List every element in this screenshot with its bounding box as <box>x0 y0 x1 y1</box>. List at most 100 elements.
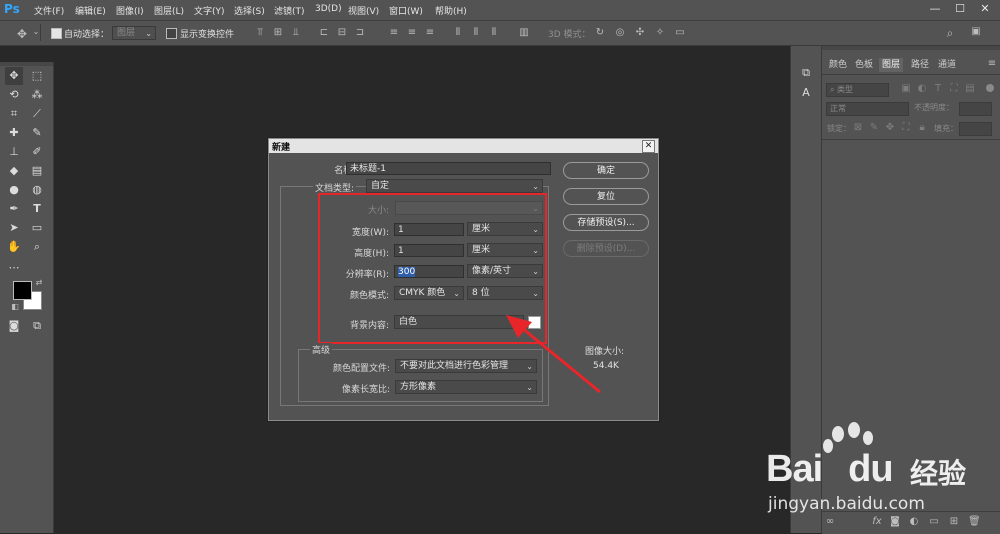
align-top-icon[interactable]: ⫪ <box>254 27 266 38</box>
menu-type[interactable]: 文字(Y) <box>194 4 225 17</box>
save-preset-button[interactable]: 存储预设(S)... <box>563 214 649 231</box>
show-transform-checkbox[interactable] <box>166 28 177 39</box>
opacity-field[interactable] <box>959 102 992 116</box>
distribute-left-icon[interactable]: ⦀ <box>452 27 464 38</box>
history-brush-tool-icon[interactable]: ✐ <box>28 143 46 161</box>
menu-image[interactable]: 图像(I) <box>116 4 144 17</box>
workspace-icon[interactable]: ▣ <box>970 26 982 37</box>
path-selection-tool-icon[interactable]: ➤ <box>5 219 23 237</box>
type-filter-icon[interactable]: T <box>932 83 944 94</box>
swap-colors-icon[interactable]: ⇄ <box>33 278 45 287</box>
filter-toggle[interactable] <box>986 84 994 92</box>
3d-scale-icon[interactable]: ▭ <box>674 27 686 38</box>
lock-pixels-icon[interactable]: ✎ <box>868 122 880 133</box>
move-tool-icon[interactable]: ✥ <box>5 67 23 85</box>
lock-position-icon[interactable]: ✥ <box>884 122 896 133</box>
brush-tool-icon[interactable]: ✎ <box>28 124 46 142</box>
tab-layers[interactable]: 图层 <box>879 58 904 72</box>
move-tool-icon[interactable]: ✥ <box>16 27 28 41</box>
eraser-tool-icon[interactable]: ◆ <box>5 162 23 180</box>
align-left-icon[interactable]: ⊏ <box>318 27 330 38</box>
tab-swatches[interactable]: 色板 <box>852 58 876 72</box>
gradient-tool-icon[interactable]: ▤ <box>28 162 46 180</box>
3d-roll-icon[interactable]: ◎ <box>614 27 626 38</box>
pixel-filter-icon[interactable]: ▣ <box>900 83 912 94</box>
maximize-button[interactable]: ☐ <box>950 2 970 18</box>
smart-object-filter-icon[interactable]: ▤ <box>964 83 976 94</box>
minimize-button[interactable]: — <box>925 2 945 18</box>
3d-drag-icon[interactable]: ✣ <box>634 27 646 38</box>
distribute-right-icon[interactable]: ⦀ <box>488 27 500 38</box>
align-vcenter-icon[interactable]: ⊞ <box>272 27 284 38</box>
character-panel-icon[interactable]: A <box>797 84 815 102</box>
close-window-button[interactable]: ✕ <box>975 2 995 18</box>
type-tool-icon[interactable]: T <box>28 200 46 218</box>
history-panel-icon[interactable]: ⧉ <box>797 64 815 82</box>
menu-view[interactable]: 视图(V) <box>348 4 379 17</box>
distribute-vcenter-icon[interactable]: ≡ <box>406 27 418 38</box>
menu-edit[interactable]: 编辑(E) <box>75 4 106 17</box>
document-type-select[interactable]: 自定 ⌄ <box>366 179 543 193</box>
name-input[interactable]: 未标题-1 <box>346 162 551 175</box>
menu-select[interactable]: 选择(S) <box>234 4 265 17</box>
menu-layer[interactable]: 图层(L) <box>154 4 184 17</box>
eyedropper-tool-icon[interactable]: ⟋ <box>28 105 46 123</box>
blur-tool-icon[interactable]: ● <box>5 181 23 199</box>
default-colors-icon[interactable]: ◧ <box>9 302 21 311</box>
menu-3d[interactable]: 3D(D) <box>315 4 342 14</box>
3d-slide-icon[interactable]: ✧ <box>654 27 666 38</box>
search-icon[interactable]: ⌕ <box>944 26 956 41</box>
ok-button[interactable]: 确定 <box>563 162 649 179</box>
layer-select-dropdown[interactable]: 图层 ⌄ <box>112 26 156 40</box>
menu-file[interactable]: 文件(F) <box>34 4 64 17</box>
delete-preset-button[interactable]: 删除预设(D)... <box>563 240 649 257</box>
adjustment-filter-icon[interactable]: ◐ <box>916 83 928 94</box>
tab-paths[interactable]: 路径 <box>908 58 932 72</box>
blend-mode-select[interactable]: 正常 <box>826 102 909 116</box>
menu-filter[interactable]: 滤镜(T) <box>274 4 305 17</box>
crop-tool-icon[interactable]: ⌗ <box>5 105 23 123</box>
reset-button[interactable]: 复位 <box>563 188 649 205</box>
align-hcenter-icon[interactable]: ⊟ <box>336 27 348 38</box>
more-tools-icon[interactable]: ⋯ <box>5 259 23 277</box>
foreground-color-swatch-top[interactable] <box>13 281 32 300</box>
align-right-icon[interactable]: ⊐ <box>354 27 366 38</box>
distribute-bottom-icon[interactable]: ≡ <box>424 27 436 38</box>
magic-wand-tool-icon[interactable]: ⁂ <box>28 86 46 104</box>
quick-mask-icon[interactable]: ◙ <box>5 317 23 335</box>
rectangle-tool-icon[interactable]: ▭ <box>28 219 46 237</box>
shape-filter-icon[interactable]: ⛶ <box>948 83 960 94</box>
menu-window[interactable]: 窗口(W) <box>389 4 423 17</box>
dialog-close-button[interactable]: ✕ <box>642 140 655 153</box>
menu-bar: Ps 文件(F) 编辑(E) 图像(I) 图层(L) 文字(Y) 选择(S) 滤… <box>0 0 1000 21</box>
zoom-tool-icon[interactable]: ⌕ <box>28 238 46 256</box>
screen-mode-icon[interactable]: ⧉ <box>28 317 46 335</box>
clone-stamp-tool-icon[interactable]: ⊥ <box>5 143 23 161</box>
auto-align-icon[interactable]: ▥ <box>518 27 530 38</box>
pen-tool-icon[interactable]: ✒ <box>5 200 23 218</box>
lock-all-icon[interactable]: 🔒︎ <box>916 122 928 133</box>
fill-field[interactable] <box>959 122 992 136</box>
tab-color[interactable]: 颜色 <box>826 58 850 72</box>
marquee-tool-icon[interactable]: ⬚ <box>28 67 46 85</box>
lock-artboard-icon[interactable]: ⛶ <box>900 122 912 133</box>
auto-select-checkbox[interactable] <box>51 28 62 39</box>
search-icon: ⌕ <box>830 85 838 94</box>
panel-menu-icon[interactable]: ≡ <box>986 58 998 69</box>
distribute-top-icon[interactable]: ≡ <box>388 27 400 38</box>
dialog-titlebar[interactable]: 新建 ✕ <box>269 139 658 153</box>
tools-panel: ✥ ⬚ ⟲ ⁂ ⌗ ⟋ ✚ ✎ ⊥ ✐ ◆ ▤ ● ◍ ✒ T ➤ ▭ ✋ ⌕ … <box>0 62 54 533</box>
align-bottom-icon[interactable]: ⫫ <box>290 27 302 38</box>
chevron-down-icon: ⌄ <box>532 182 539 191</box>
baidu-jingyan-watermark: Bai du 经验 jingyan.baidu.com <box>760 422 1000 522</box>
tab-channels[interactable]: 通道 <box>935 58 959 72</box>
hand-tool-icon[interactable]: ✋ <box>5 238 23 256</box>
layer-kind-filter[interactable]: ⌕ 类型 <box>826 83 889 97</box>
healing-brush-tool-icon[interactable]: ✚ <box>5 124 23 142</box>
menu-help[interactable]: 帮助(H) <box>435 4 467 17</box>
lock-transparent-icon[interactable]: ⊠ <box>852 122 864 133</box>
dodge-tool-icon[interactable]: ◍ <box>28 181 46 199</box>
lasso-tool-icon[interactable]: ⟲ <box>5 86 23 104</box>
distribute-hcenter-icon[interactable]: ⦀ <box>470 27 482 38</box>
3d-rotate-icon[interactable]: ↻ <box>594 27 606 38</box>
